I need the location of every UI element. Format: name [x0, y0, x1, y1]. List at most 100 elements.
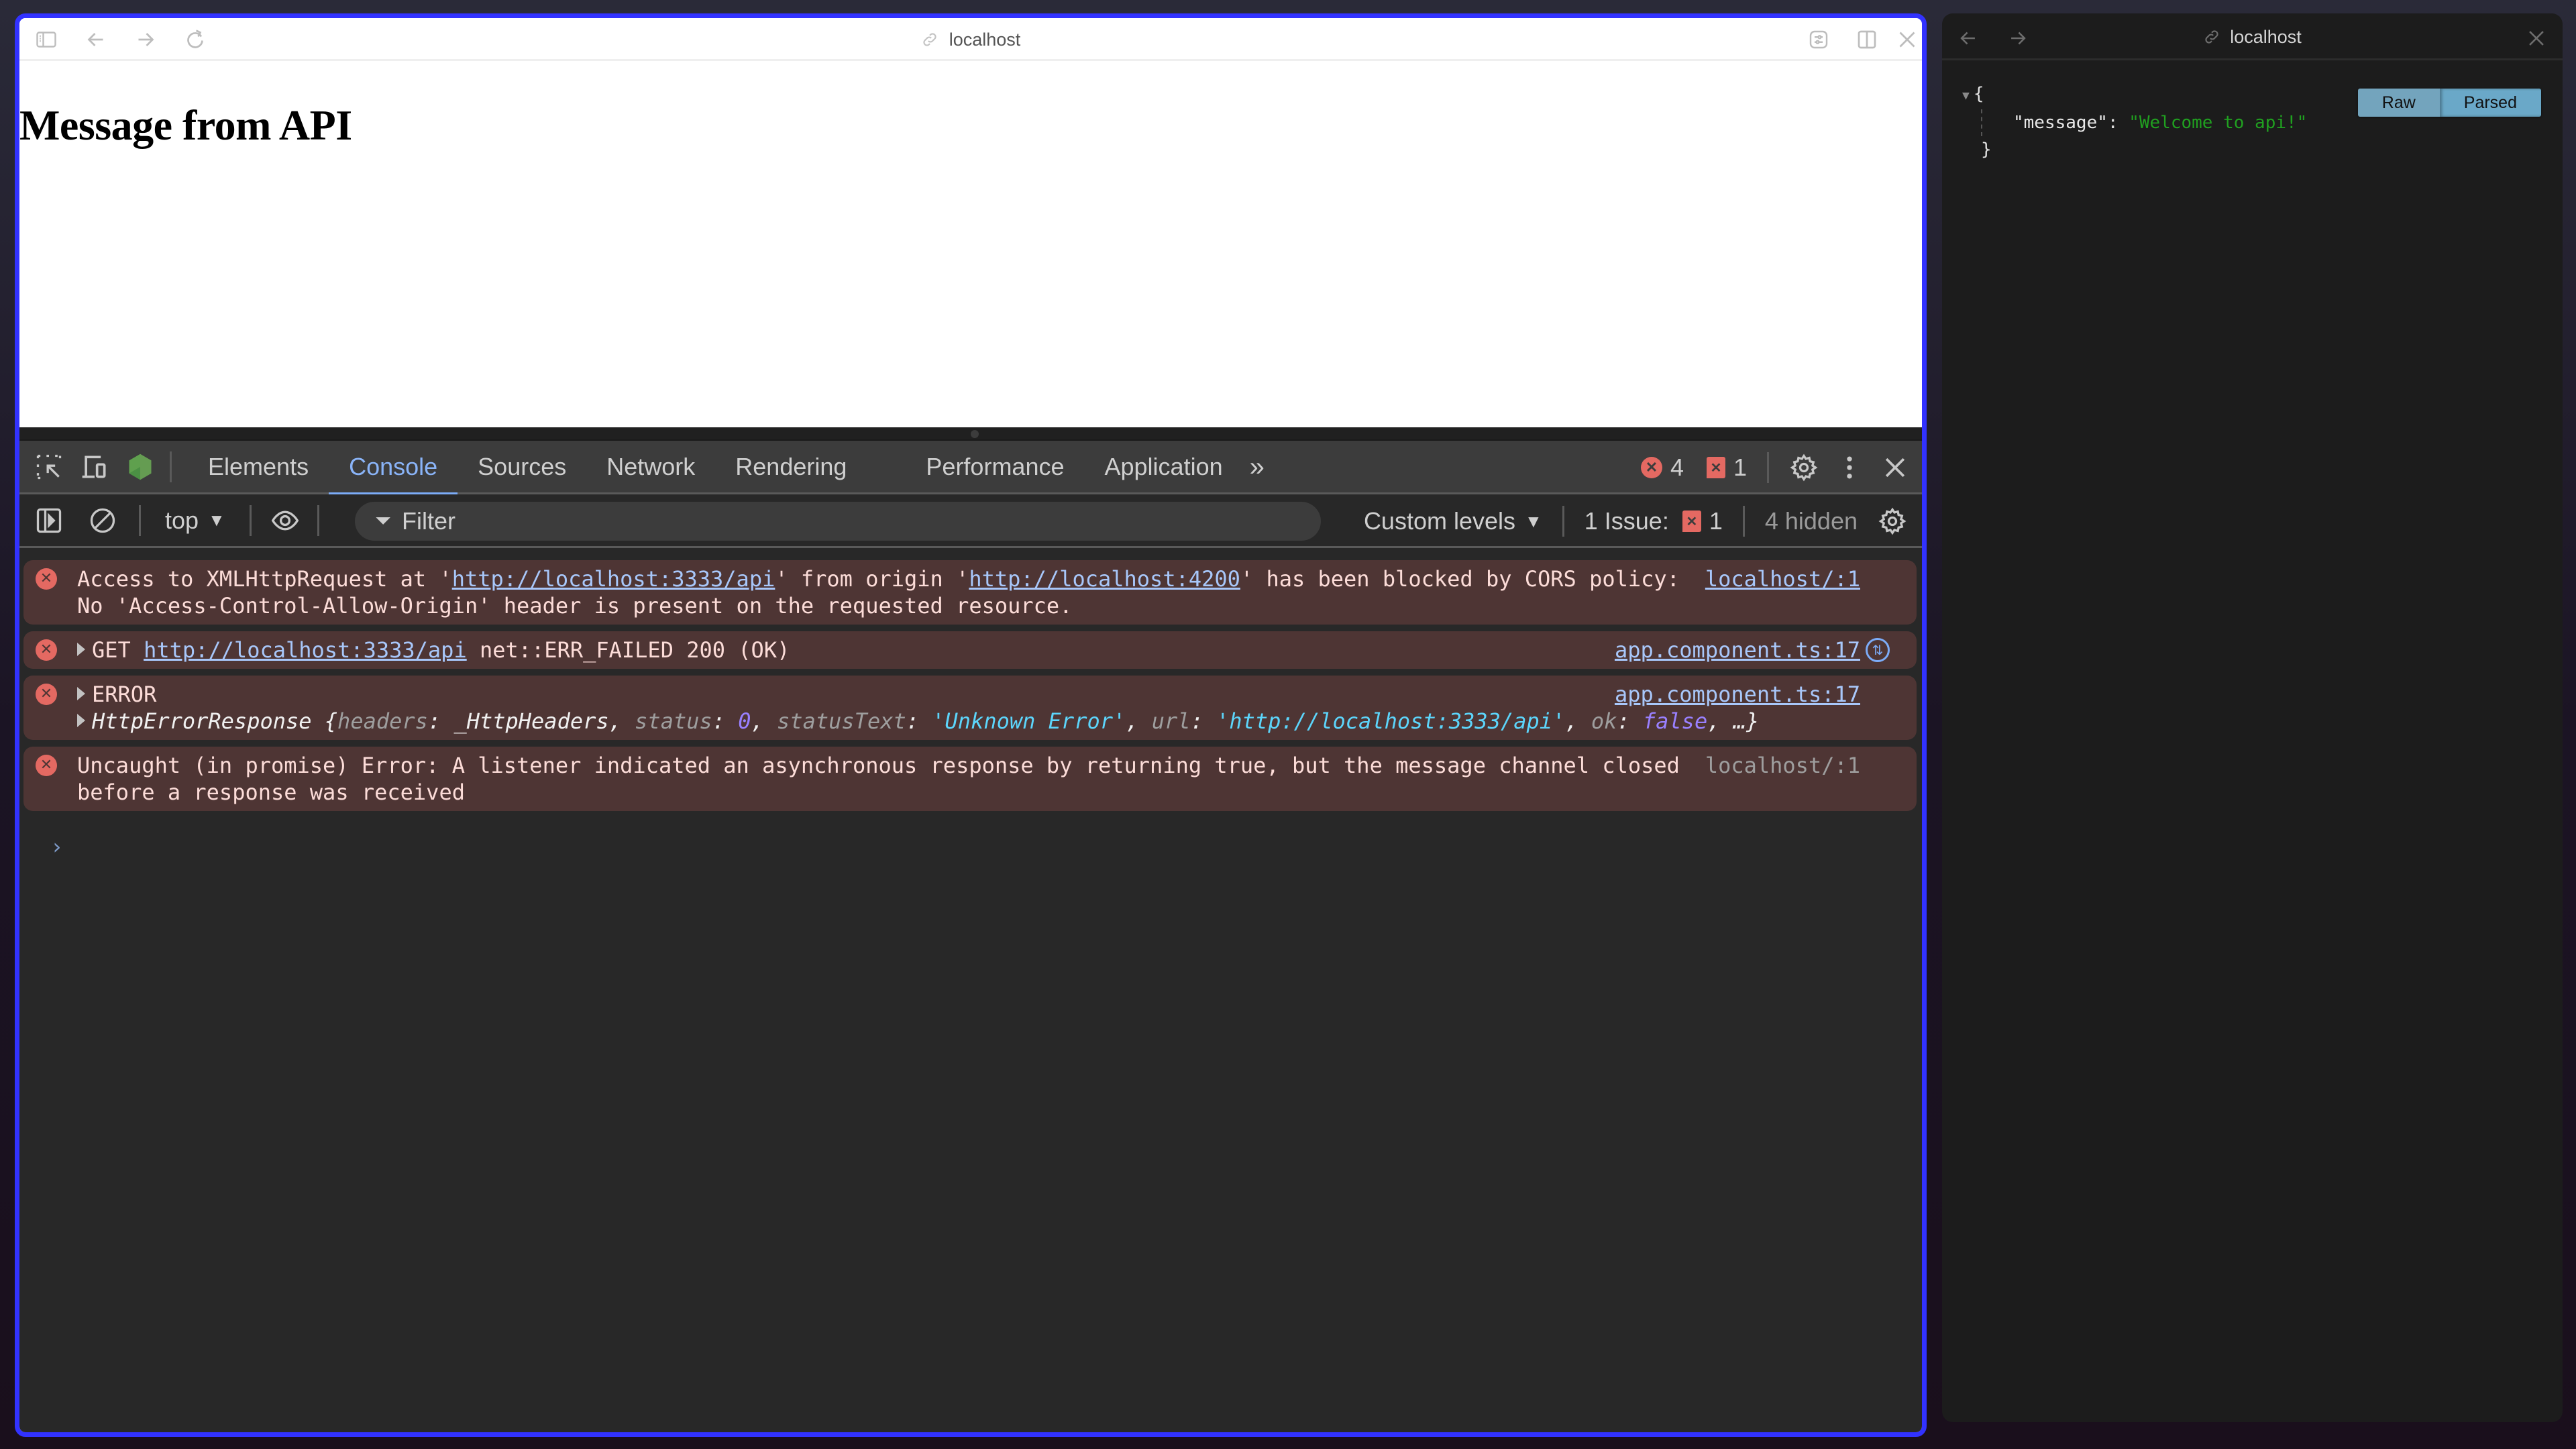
close-devtools-icon[interactable]: [1880, 453, 1910, 482]
expand-object-icon[interactable]: [77, 714, 85, 727]
console-prompt[interactable]: ›: [23, 818, 1917, 859]
network-request-icon[interactable]: ⇅: [1866, 638, 1890, 662]
side-address-bar[interactable]: localhost: [2230, 27, 2302, 48]
console-message-error[interactable]: ✕ app.component.ts:17 ERROR HttpErrorRes…: [23, 676, 1917, 740]
raw-view-button[interactable]: Raw: [2357, 89, 2440, 117]
tab-performance[interactable]: Performance: [906, 440, 1084, 494]
back-arrow-icon[interactable]: [84, 28, 108, 52]
prompt-chevron-icon: ›: [50, 834, 64, 859]
tab-elements[interactable]: Elements: [188, 440, 329, 494]
page-heading: Message from API: [19, 101, 352, 149]
issue-count-icon[interactable]: ✕: [1706, 457, 1725, 478]
clear-console-icon[interactable]: [88, 506, 117, 535]
message-text: Uncaught (in promise) Error: A listener …: [77, 753, 1680, 805]
context-dropdown-icon[interactable]: ▼: [208, 510, 225, 531]
node-js-icon[interactable]: [125, 452, 155, 482]
tab-rendering[interactable]: Rendering: [715, 440, 867, 494]
show-sidebar-icon[interactable]: [34, 506, 64, 535]
message-text: ' from origin ': [775, 566, 969, 592]
filter-placeholder: Filter: [402, 507, 455, 535]
toolbar-divider: [1562, 506, 1564, 537]
main-browser-window: localhost Message from API Elements Cons…: [15, 13, 1927, 1437]
error-icon: ✕: [36, 684, 57, 705]
object-brace: {: [324, 708, 338, 734]
request-url-link[interactable]: http://localhost:3333/api: [144, 637, 467, 663]
resize-grip-icon: [971, 430, 979, 438]
console-message-error[interactable]: ✕ app.component.ts:17 ⇅ GET http://local…: [23, 631, 1917, 669]
reload-icon[interactable]: [183, 28, 207, 52]
issues-count[interactable]: 1: [1709, 507, 1723, 535]
log-levels-dropdown[interactable]: Custom levels: [1364, 507, 1515, 535]
error-title: ERROR: [92, 682, 157, 707]
error-count[interactable]: 4: [1670, 453, 1684, 482]
filter-input[interactable]: ⏷ Filter: [355, 502, 1321, 541]
toolbar-divider: [1742, 506, 1745, 537]
json-viewer: ▼{ "message": "Welcome to api!" } Raw Pa…: [1942, 60, 2563, 163]
property-key: headers: [337, 708, 428, 734]
issues-label[interactable]: 1 Issue:: [1585, 507, 1669, 535]
side-title-bar: localhost: [1942, 13, 2563, 60]
tab-sources[interactable]: Sources: [458, 440, 586, 494]
json-close-brace: }: [1981, 140, 1992, 160]
context-selector[interactable]: top: [165, 506, 199, 535]
address-bar[interactable]: localhost: [949, 30, 1021, 50]
origin-url-link[interactable]: http://localhost:4200: [969, 566, 1240, 592]
filter-funnel-icon: ⏷: [375, 510, 391, 532]
levels-dropdown-icon[interactable]: ▼: [1525, 511, 1542, 532]
tab-console[interactable]: Console: [329, 440, 458, 496]
message-source-link[interactable]: app.component.ts:17: [1615, 681, 1860, 708]
message-source-link[interactable]: app.component.ts:17: [1615, 637, 1860, 663]
link-icon: [921, 31, 938, 48]
error-count-icon[interactable]: ✕: [1640, 457, 1662, 478]
console-output: ✕ localhost/:1 Access to XMLHttpRequest …: [19, 548, 1922, 859]
expand-triangle-icon[interactable]: [77, 643, 85, 656]
error-icon: ✕: [36, 568, 57, 590]
toolbar-divider: [249, 504, 252, 536]
inspect-element-icon[interactable]: [34, 452, 64, 482]
page-settings-icon[interactable]: [1807, 28, 1831, 52]
title-bar: localhost: [19, 18, 1922, 61]
settings-gear-icon[interactable]: [1789, 453, 1819, 482]
devtools-tab-bar: Elements Console Sources Network Renderi…: [19, 440, 1922, 496]
message-source[interactable]: localhost/:1: [1705, 752, 1860, 779]
issue-icon[interactable]: ✕: [1682, 511, 1701, 532]
device-toolbar-icon[interactable]: [80, 452, 109, 482]
forward-arrow-icon[interactable]: [133, 28, 158, 52]
console-message-error: ✕ localhost/:1 Access to XMLHttpRequest …: [23, 560, 1917, 625]
request-url-link[interactable]: http://localhost:3333/api: [452, 566, 775, 592]
json-open-brace: {: [1973, 84, 1984, 104]
more-options-icon[interactable]: [1835, 453, 1864, 482]
console-settings-gear-icon[interactable]: [1878, 506, 1907, 536]
collapse-triangle-icon[interactable]: ▼: [1962, 89, 1970, 103]
close-icon[interactable]: [1895, 28, 1919, 52]
object-brace: …}: [1733, 708, 1760, 734]
devtools-resize-handle[interactable]: [19, 427, 1922, 441]
tab-network[interactable]: Network: [586, 440, 715, 494]
property-key: status: [635, 708, 712, 734]
page-viewport: Message from API: [19, 63, 1922, 427]
property-value: 'http://localhost:3333/api': [1216, 708, 1566, 734]
toolbar-divider: [317, 504, 319, 536]
toolbar-divider: [139, 504, 141, 536]
tab-application[interactable]: Application: [1085, 440, 1243, 494]
split-view-icon[interactable]: [1855, 28, 1879, 52]
close-icon[interactable]: [2525, 27, 2548, 50]
issue-count[interactable]: 1: [1733, 453, 1747, 482]
more-tabs-icon[interactable]: »: [1243, 440, 1271, 494]
toolbar-divider: [1767, 452, 1769, 483]
request-status: net::ERR_FAILED 200 (OK): [479, 637, 790, 663]
property-value: false: [1642, 708, 1708, 734]
object-class: HttpErrorResponse: [92, 708, 312, 734]
http-method: GET: [92, 637, 131, 663]
message-source-link[interactable]: localhost/:1: [1705, 566, 1860, 592]
side-browser-window: localhost ▼{ "message": "Welcome to api!…: [1942, 13, 2563, 1422]
property-key: ok: [1591, 708, 1617, 734]
devtools-panel: Elements Console Sources Network Renderi…: [19, 427, 1922, 1432]
console-toolbar: top ▼ ⏷ Filter Custom levels ▼ 1 Issue: …: [19, 494, 1922, 548]
toolbar-divider: [170, 451, 172, 482]
live-expression-eye-icon[interactable]: [270, 506, 300, 535]
parsed-view-button[interactable]: Parsed: [2439, 89, 2541, 117]
expand-triangle-icon[interactable]: [77, 687, 85, 700]
sidebar-icon[interactable]: [34, 28, 58, 52]
hidden-messages-count: 4 hidden: [1764, 507, 1858, 535]
